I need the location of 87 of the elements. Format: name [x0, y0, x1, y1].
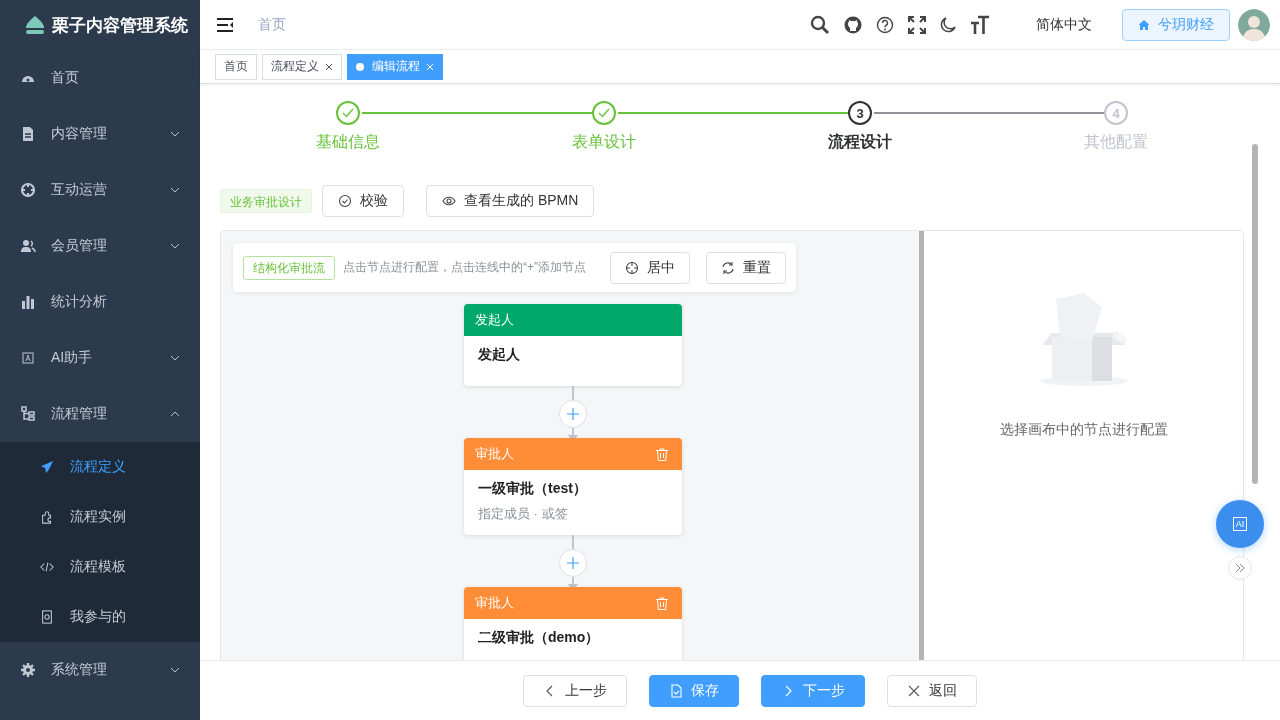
- menu-icon[interactable]: [216, 16, 234, 33]
- submenu-item[interactable]: 流程定义: [0, 442, 200, 492]
- eye-icon: [442, 194, 456, 208]
- collapse-icon[interactable]: [1228, 556, 1252, 580]
- footer-button[interactable]: 上一步: [523, 674, 627, 707]
- flow-type-tag: 结构化审批流: [243, 255, 335, 280]
- check-icon: [598, 108, 610, 118]
- logo-icon: [24, 15, 46, 35]
- code-icon: [40, 560, 54, 574]
- menu-item[interactable]: 首页: [0, 50, 200, 106]
- users-icon: [20, 238, 36, 254]
- language-dropdown[interactable]: 简体中文: [1036, 15, 1092, 34]
- chevron-down-icon: [170, 667, 180, 673]
- node-title: 二级审批（demo）: [478, 629, 601, 647]
- step-label: 表单设计: [572, 132, 636, 152]
- menu-item[interactable]: 会员管理: [0, 218, 200, 274]
- font-size-icon[interactable]: [970, 14, 990, 35]
- trash-icon[interactable]: [656, 447, 668, 461]
- step-indicator: 4: [1104, 101, 1128, 125]
- chevron-up-icon: [170, 411, 180, 417]
- flow-node[interactable]: 审批人 一级审批（test） 指定成员 · 或签: [464, 438, 682, 535]
- footer-button[interactable]: 返回: [887, 674, 977, 707]
- connector-line: [572, 535, 574, 549]
- menu-item[interactable]: 统计分析: [0, 274, 200, 330]
- add-node-button[interactable]: [559, 549, 587, 577]
- check-circle-icon: [338, 194, 352, 208]
- node-title: 一级审批（test）: [478, 480, 588, 498]
- check-icon: [342, 108, 354, 118]
- send-icon: [40, 460, 54, 474]
- chevron-down-icon: [170, 355, 180, 361]
- scrollbar-thumb[interactable]: [1252, 144, 1258, 484]
- flow-icon: [20, 406, 36, 422]
- add-node-button[interactable]: [559, 400, 587, 428]
- avatar[interactable]: [1238, 8, 1270, 41]
- node-subtitle: 指定成员 · 或签: [478, 505, 569, 523]
- chevron-down-icon: [170, 131, 180, 137]
- validate-button[interactable]: 校验: [322, 185, 404, 217]
- flow-node[interactable]: 审批人 二级审批（demo）: [464, 587, 682, 660]
- connector-line: [572, 386, 574, 400]
- search-icon[interactable]: [810, 14, 830, 35]
- close-icon[interactable]: [325, 62, 333, 71]
- submenu-item[interactable]: 流程实例: [0, 492, 200, 542]
- node-title: 发起人: [478, 346, 521, 364]
- center-button[interactable]: 居中: [610, 251, 690, 284]
- menu-item[interactable]: 流程管理: [0, 386, 200, 442]
- node-type: 审批人: [475, 445, 514, 463]
- puzzle-icon: [40, 510, 54, 524]
- design-tag: 业务审批设计: [220, 189, 312, 213]
- submenu-item[interactable]: 我参与的: [0, 592, 200, 642]
- menu-item[interactable]: AI助手: [0, 330, 200, 386]
- document-icon: [20, 126, 36, 142]
- empty-state-text: 选择画布中的节点进行配置: [999, 421, 1168, 439]
- moon-icon[interactable]: [940, 16, 956, 33]
- hint-text: 点击节点进行配置，点击连线中的“+”添加节点: [343, 259, 586, 276]
- node-type: 审批人: [475, 594, 514, 612]
- bar-chart-icon: [20, 294, 36, 310]
- submenu-item[interactable]: 流程模板: [0, 542, 200, 592]
- flow-node[interactable]: 发起人 发起人: [464, 304, 682, 386]
- step-label: 其他配置: [1084, 132, 1148, 152]
- chevron-down-icon: [170, 243, 180, 249]
- help-icon[interactable]: [876, 15, 894, 34]
- dot-icon: [356, 62, 364, 71]
- menu-item[interactable]: 系统管理: [0, 642, 200, 698]
- close-icon: [907, 683, 921, 698]
- github-icon[interactable]: [844, 15, 862, 34]
- menu-item[interactable]: 互动运营: [0, 162, 200, 218]
- document-icon: [40, 610, 54, 624]
- crosshair-icon: [20, 182, 36, 198]
- reset-button[interactable]: 重置: [706, 251, 786, 284]
- menu-item[interactable]: 内容管理: [0, 106, 200, 162]
- step-label: 流程设计: [828, 132, 892, 152]
- step-indicator: 3: [848, 101, 872, 125]
- refresh-icon: [721, 260, 735, 275]
- page-tab[interactable]: 流程定义: [262, 53, 342, 80]
- chevron-down-icon: [170, 187, 180, 193]
- trash-icon[interactable]: [656, 596, 668, 610]
- node-type: 发起人: [475, 311, 514, 329]
- page-tab[interactable]: 首页: [215, 53, 257, 80]
- fullscreen-icon[interactable]: [908, 15, 926, 34]
- document-icon: [669, 683, 683, 698]
- chip-icon: [20, 350, 36, 366]
- app-title: 栗子内容管理系统: [52, 14, 188, 37]
- crosshair-icon: [625, 260, 639, 275]
- step-label: 基础信息: [316, 132, 380, 152]
- gear-icon: [20, 662, 36, 678]
- view-bpmn-button[interactable]: 查看生成的 BPMN: [426, 185, 595, 217]
- home-icon: [1138, 18, 1150, 31]
